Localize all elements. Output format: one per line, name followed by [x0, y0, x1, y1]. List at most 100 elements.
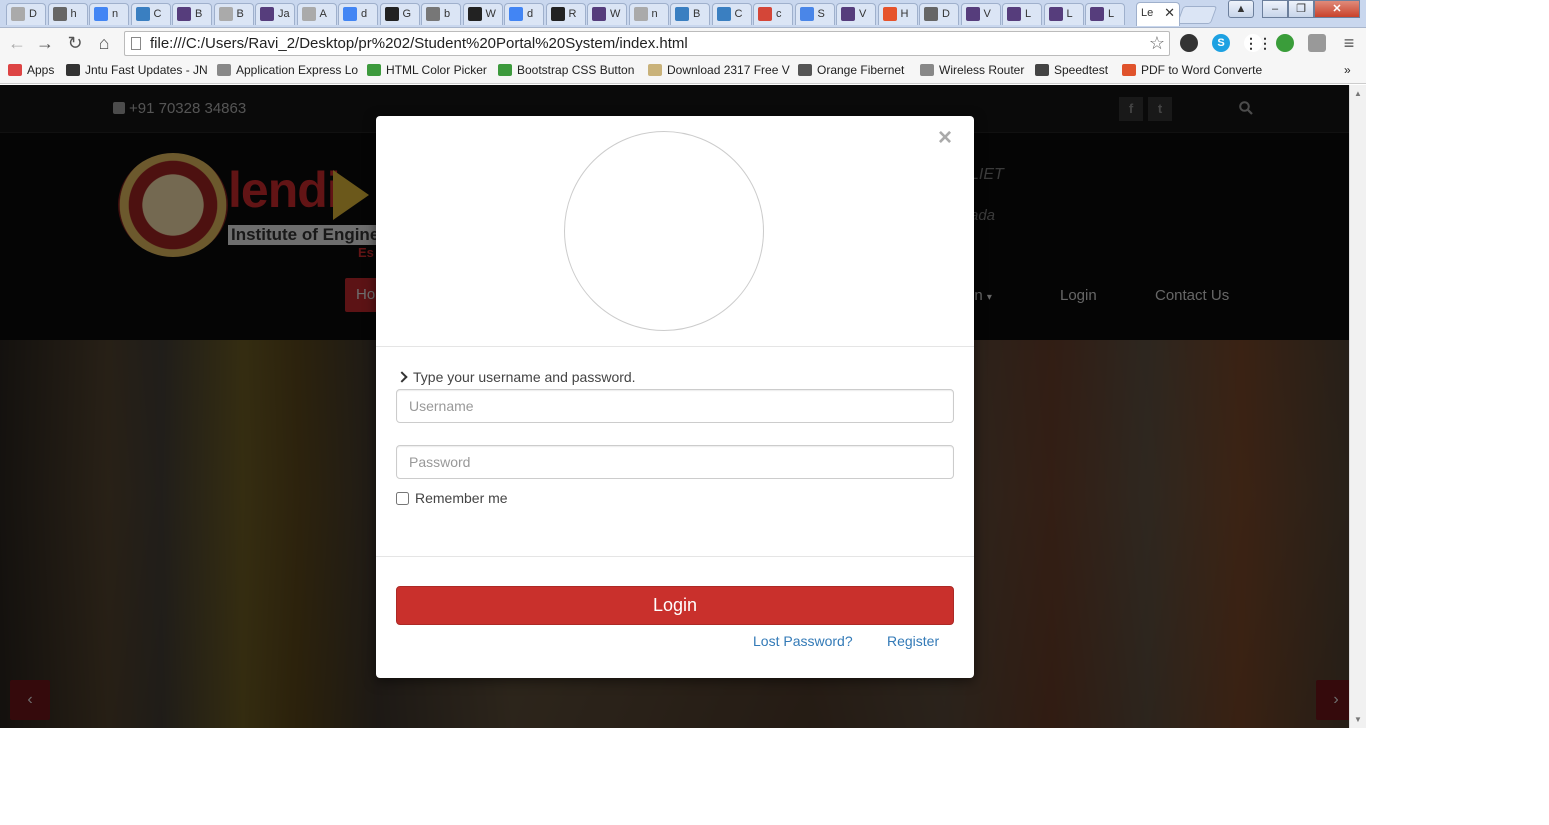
- page-icon: [11, 7, 25, 21]
- browser-tab[interactable]: D: [6, 3, 46, 25]
- address-bar[interactable]: file:///C:/Users/Ravi_2/Desktop/pr%202/S…: [124, 31, 1170, 56]
- tab-label: A: [319, 8, 327, 20]
- browser-tab[interactable]: V: [960, 3, 1001, 25]
- bookmark-item[interactable]: Application Express Lo: [217, 63, 358, 77]
- bookmark-item[interactable]: Wireless Router: [920, 63, 1024, 77]
- browser-tab[interactable]: L: [1002, 3, 1042, 25]
- bookmark-label: HTML Color Picker: [386, 63, 487, 77]
- tab-strip: ▲ – ❐ ✕ Dh n C B B Ja Ad Gb Wd R Wn B Cc S V H D V L L L Le ✕: [0, 0, 1366, 28]
- bookmark-item[interactable]: Orange Fibernet: [798, 63, 904, 77]
- remember-me[interactable]: Remember me: [396, 490, 508, 506]
- active-browser-tab[interactable]: Le ✕: [1136, 2, 1180, 26]
- browser-tab[interactable]: L: [1085, 3, 1125, 25]
- lost-password-link[interactable]: Lost Password?: [753, 633, 853, 649]
- bookmark-item[interactable]: Jntu Fast Updates - JN: [66, 63, 208, 77]
- browser-tab[interactable]: A: [296, 3, 337, 25]
- bookmark-label: Download 2317 Free V: [667, 63, 790, 77]
- page-icon: [217, 64, 231, 76]
- bookmarks-overflow-button[interactable]: »: [1344, 63, 1351, 77]
- scroll-down-arrow-icon[interactable]: ▼: [1354, 715, 1362, 724]
- bookmark-item[interactable]: Speedtest: [1035, 63, 1108, 77]
- new-tab-button[interactable]: [1176, 6, 1218, 24]
- browser-tab[interactable]: n: [628, 3, 669, 25]
- bookmark-item[interactable]: Download 2317 Free V: [648, 63, 790, 77]
- browser-tab[interactable]: W: [587, 3, 627, 25]
- extension-gray-icon[interactable]: [1308, 34, 1326, 52]
- google-icon: [94, 7, 108, 21]
- b-icon: [965, 7, 980, 21]
- reload-button[interactable]: ↻: [64, 32, 86, 54]
- home-button[interactable]: ⌂: [93, 32, 115, 54]
- github-icon: [467, 7, 482, 21]
- tab-label: S: [817, 8, 825, 20]
- maximize-button[interactable]: ❐: [1288, 0, 1314, 18]
- url-text: file:///C:/Users/Ravi_2/Desktop/pr%202/S…: [150, 35, 688, 52]
- login-button[interactable]: Login: [396, 586, 954, 625]
- tab-label: D: [29, 8, 37, 20]
- login-modal: × Type your username and password. Remem…: [376, 116, 974, 678]
- chrome-menu-icon[interactable]: ≡: [1338, 32, 1360, 54]
- browser-tab[interactable]: n: [89, 3, 129, 25]
- bookmark-item[interactable]: Apps: [8, 63, 54, 77]
- tab-label: V: [859, 8, 867, 20]
- browser-tab[interactable]: d: [504, 3, 544, 25]
- browser-tab[interactable]: S: [794, 3, 835, 25]
- tab-label: c: [776, 8, 782, 20]
- tab-close-icon[interactable]: ✕: [1164, 3, 1175, 23]
- browser-tab[interactable]: h: [47, 3, 88, 25]
- remember-me-checkbox[interactable]: [396, 491, 409, 505]
- page-icon: [131, 37, 141, 50]
- tab-label: h: [70, 8, 77, 20]
- tab-label: b: [444, 8, 451, 20]
- tab-label: L: [1066, 8, 1073, 20]
- browser-tab[interactable]: d: [338, 3, 378, 25]
- browser-tab[interactable]: B: [213, 3, 254, 25]
- tab-label: H: [900, 8, 909, 20]
- back-button[interactable]: ←: [6, 32, 28, 54]
- username-input[interactable]: [396, 389, 954, 423]
- apps-grid-icon[interactable]: ⋮⋮: [1244, 34, 1272, 52]
- user-profile-button[interactable]: ▲: [1228, 0, 1254, 18]
- bookmark-star-icon[interactable]: ☆: [1149, 32, 1165, 55]
- browser-tab[interactable]: C: [130, 3, 171, 25]
- browser-tab[interactable]: B: [670, 3, 710, 25]
- tab-label: V: [983, 8, 991, 20]
- browser-tab[interactable]: Ja: [255, 3, 295, 25]
- browser-tab[interactable]: R: [545, 3, 586, 25]
- browser-tab[interactable]: L: [1043, 3, 1084, 25]
- tab-label: D: [942, 8, 950, 20]
- bookmark-label: Jntu Fast Updates - JN: [85, 63, 208, 77]
- browser-tab[interactable]: B: [172, 3, 212, 25]
- bootstrap-icon: [716, 7, 731, 21]
- scroll-up-arrow-icon[interactable]: ▲: [1354, 89, 1362, 98]
- tab-label: d: [527, 8, 534, 20]
- avatar-placeholder: [564, 131, 764, 331]
- bootstrap-icon: [675, 7, 689, 21]
- browser-tab[interactable]: G: [379, 3, 420, 25]
- extension-green-icon[interactable]: [1276, 34, 1294, 52]
- browser-tab[interactable]: C: [711, 3, 752, 25]
- browser-tab[interactable]: b: [421, 3, 461, 25]
- tab-label: L: [1025, 8, 1032, 20]
- browser-tab[interactable]: H: [877, 3, 918, 25]
- browser-tab[interactable]: c: [753, 3, 793, 25]
- forward-button[interactable]: →: [34, 32, 56, 54]
- bookmark-label: PDF to Word Converte: [1141, 63, 1263, 77]
- bookmark-item[interactable]: PDF to Word Converte: [1122, 63, 1262, 77]
- browser-tab[interactable]: V: [836, 3, 876, 25]
- register-link[interactable]: Register: [887, 633, 939, 649]
- tab-label: Ja: [278, 8, 290, 20]
- tab-label: R: [568, 8, 577, 20]
- bookmark-item[interactable]: Bootstrap CSS Button: [498, 63, 634, 77]
- page-scrollbar[interactable]: ▲ ▼: [1349, 85, 1366, 728]
- window-close-button[interactable]: ✕: [1314, 0, 1360, 18]
- browser-tab[interactable]: W: [462, 3, 503, 25]
- bookmark-item[interactable]: HTML Color Picker: [367, 63, 487, 77]
- extension-icon[interactable]: [1180, 34, 1198, 52]
- modal-close-button[interactable]: ×: [938, 126, 952, 150]
- password-input[interactable]: [396, 445, 954, 479]
- skype-icon[interactable]: S: [1212, 34, 1230, 52]
- browser-tab[interactable]: D: [919, 3, 959, 25]
- minimize-button[interactable]: –: [1262, 0, 1288, 18]
- joomla-icon: [882, 7, 897, 21]
